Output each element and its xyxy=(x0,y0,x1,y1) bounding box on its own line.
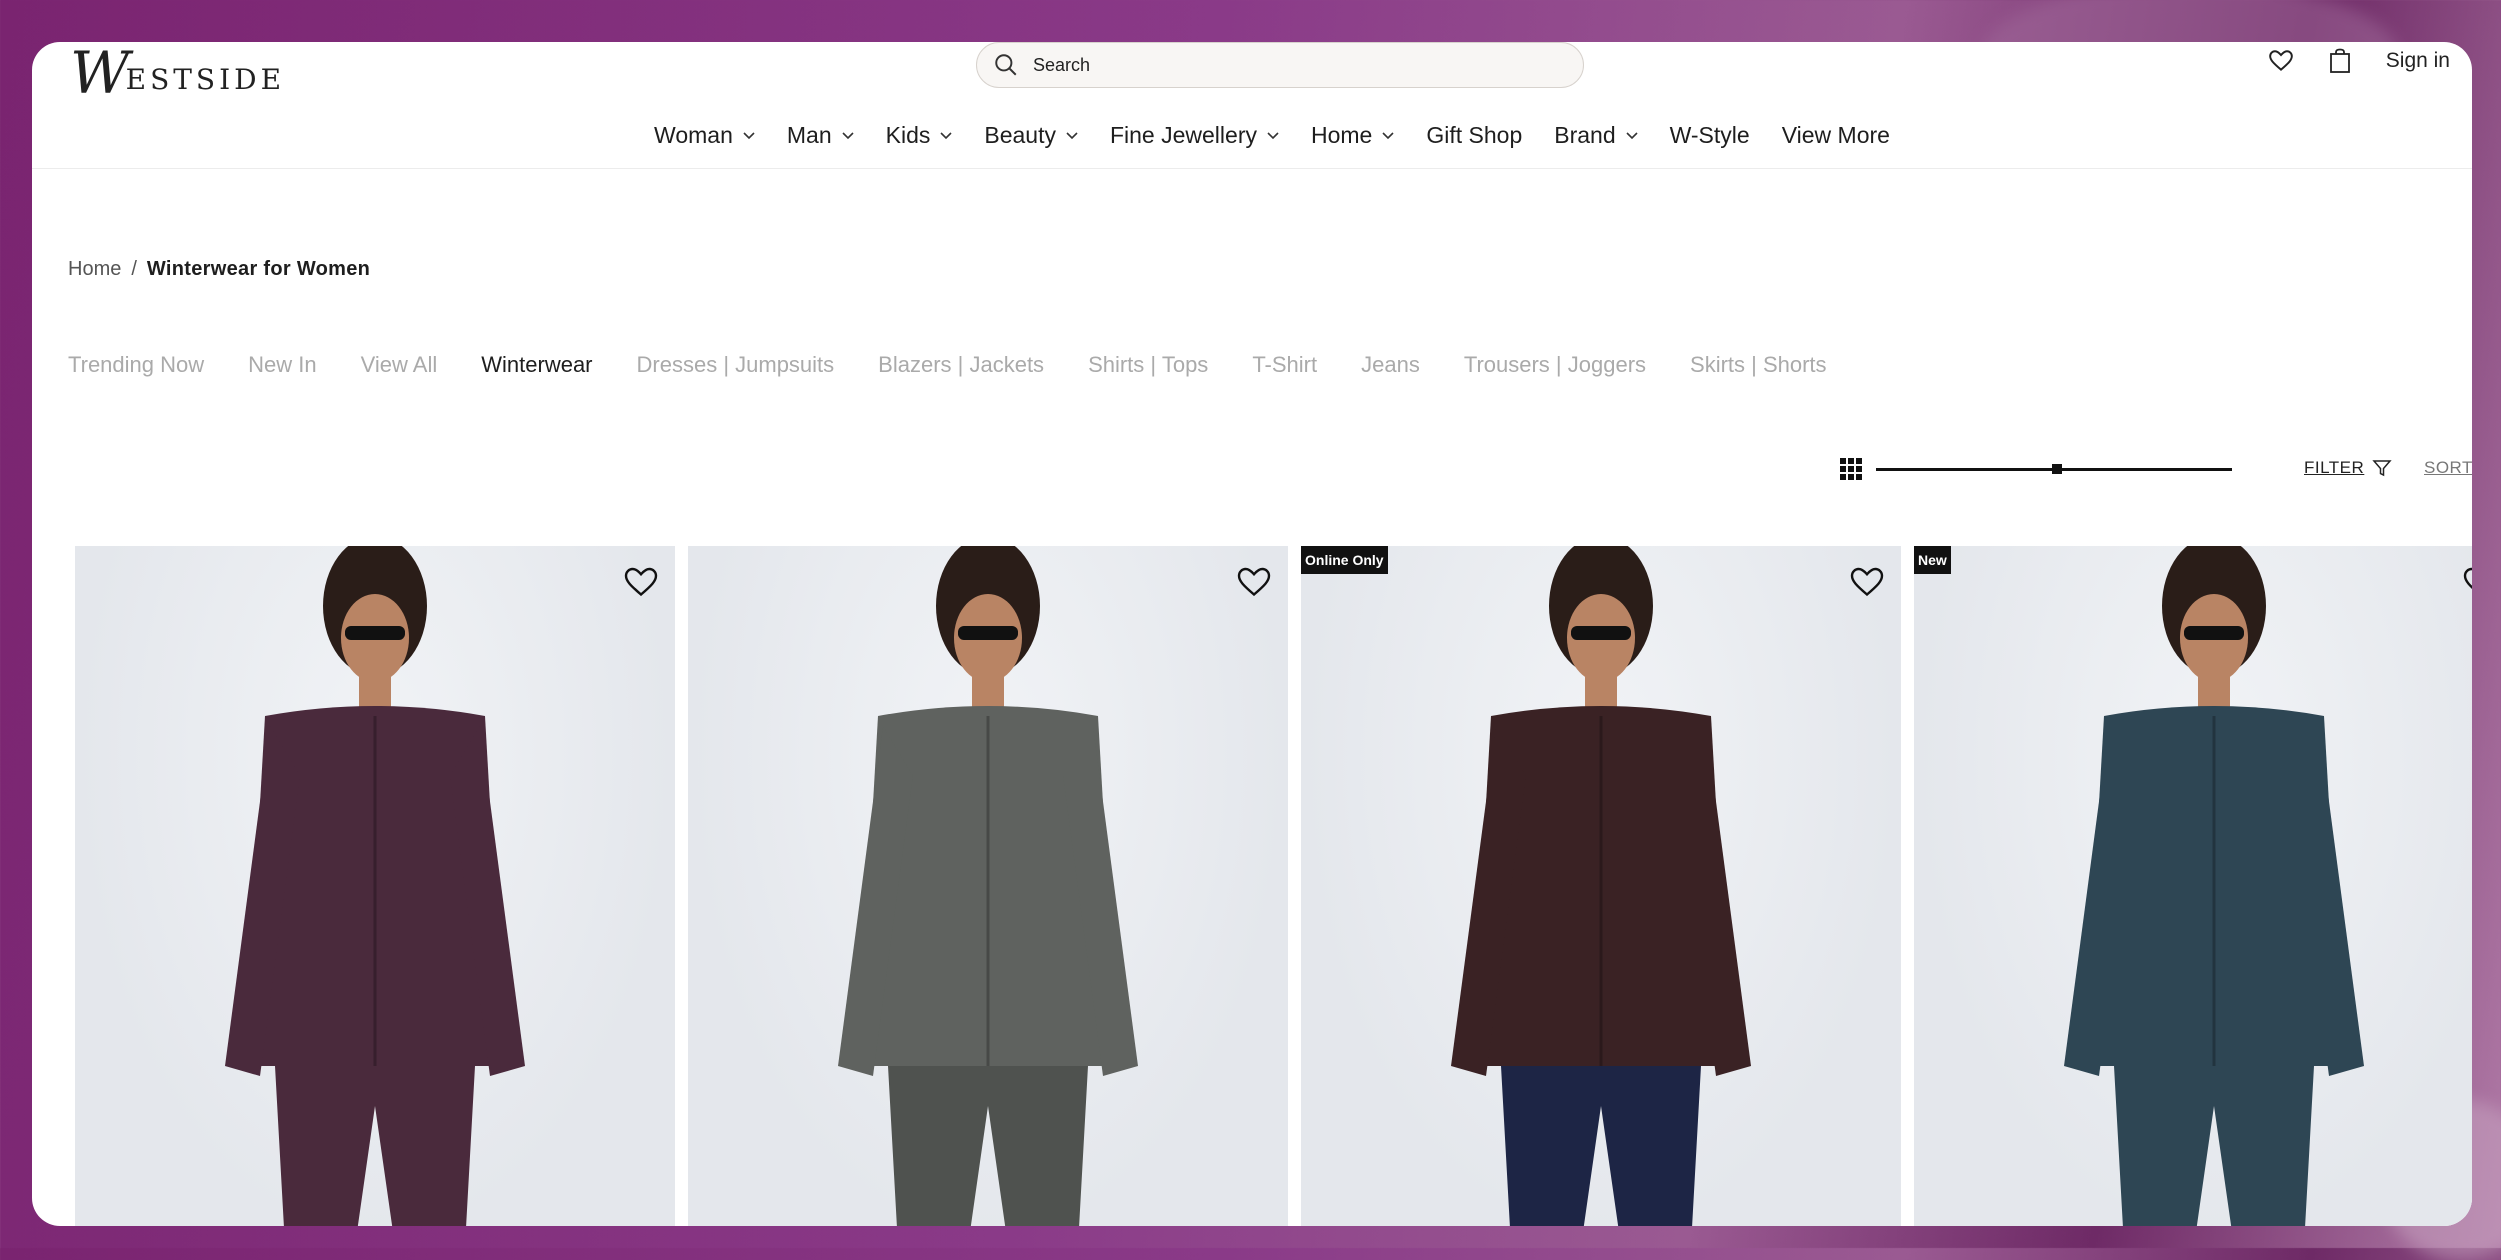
chevron-down-icon xyxy=(940,131,952,139)
wishlist-heart-icon[interactable] xyxy=(2268,48,2294,74)
nav-item[interactable]: Man xyxy=(787,122,854,149)
breadcrumb-home[interactable]: Home xyxy=(68,258,121,281)
add-to-wishlist-heart-icon[interactable] xyxy=(2462,564,2472,598)
breadcrumb-separator: / xyxy=(131,258,137,280)
chevron-down-icon xyxy=(743,131,755,139)
nav-item[interactable]: Kids xyxy=(886,122,953,149)
nav-item-label: Home xyxy=(1310,122,1373,148)
nav-item-label: Brand xyxy=(1554,122,1616,148)
nav-item-label: Man xyxy=(786,122,832,148)
category-tab[interactable]: Blazers | Jackets xyxy=(878,352,1044,378)
category-tab[interactable]: T-Shirt xyxy=(1252,352,1317,378)
nav-item-label: View More xyxy=(1781,122,1890,148)
logo-text: ESTSIDE xyxy=(125,62,286,96)
nav-item-label: W-Style xyxy=(1669,122,1750,148)
search-bar[interactable] xyxy=(976,42,1584,88)
product-model-image xyxy=(838,546,1138,1226)
category-tab[interactable]: Winterwear xyxy=(481,352,592,378)
nav-item[interactable]: Fine Jewellery xyxy=(1110,122,1279,149)
slider-handle[interactable] xyxy=(2052,464,2062,474)
nav-item-label: Woman xyxy=(654,122,733,148)
chevron-down-icon xyxy=(1066,131,1078,139)
nav-item[interactable]: Home xyxy=(1311,122,1394,149)
header-divider xyxy=(32,168,2472,169)
breadcrumb-current: Winterwear for Women xyxy=(146,258,371,280)
nav-item[interactable]: Brand xyxy=(1554,122,1638,149)
product-badge: Online Only xyxy=(1301,546,1388,574)
sort-button[interactable]: SORT xyxy=(2424,458,2472,478)
category-tab[interactable]: New In xyxy=(248,352,316,378)
category-tab[interactable]: Trousers | Joggers xyxy=(1464,352,1646,378)
chevron-down-icon xyxy=(1382,131,1394,139)
category-tab[interactable]: Dresses | Jumpsuits xyxy=(637,352,835,378)
filter-label: FILTER xyxy=(2304,458,2365,477)
nav-item-label: Kids xyxy=(885,122,931,148)
product-card[interactable]: New xyxy=(1914,546,2472,1226)
browser-window: W ESTSIDE Sign in Woman Man Kids Beauty Fine… xyxy=(32,42,2472,1226)
filter-button[interactable]: FILTER xyxy=(2304,458,2392,478)
product-model-image xyxy=(1451,546,1751,1226)
product-card[interactable]: Online Only xyxy=(1301,546,1901,1226)
product-model-image xyxy=(225,546,525,1226)
chevron-down-icon xyxy=(1626,131,1638,139)
westside-logo[interactable]: W ESTSIDE xyxy=(70,44,285,102)
chevron-down-icon xyxy=(842,131,854,139)
category-tab[interactable]: Shirts | Tops xyxy=(1088,352,1208,378)
nav-item[interactable]: View More xyxy=(1782,122,1890,149)
header-actions: Sign in xyxy=(2268,48,2450,74)
product-card[interactable] xyxy=(75,546,675,1226)
logo-initial: W xyxy=(70,42,130,107)
nav-item[interactable]: W-Style xyxy=(1670,122,1750,149)
add-to-wishlist-heart-icon[interactable] xyxy=(1849,564,1885,598)
chevron-down-icon xyxy=(1267,131,1279,139)
nav-item-label: Fine Jewellery xyxy=(1109,122,1257,148)
nav-item[interactable]: Gift Shop xyxy=(1426,122,1522,149)
category-tab[interactable]: View All xyxy=(361,352,438,378)
nav-item-label: Beauty xyxy=(984,122,1056,148)
sign-in-link[interactable]: Sign in xyxy=(2386,49,2450,73)
grid-size-slider[interactable] xyxy=(1876,464,2232,474)
product-model-image xyxy=(2064,546,2364,1226)
category-tab[interactable]: Skirts | Shorts xyxy=(1690,352,1827,378)
main-nav: Woman Man Kids Beauty Fine Jewellery Home Gift… xyxy=(32,122,2472,149)
nav-item[interactable]: Woman xyxy=(654,122,755,149)
category-tab[interactable]: Trending Now xyxy=(68,352,204,378)
shopping-bag-icon[interactable] xyxy=(2328,48,2352,74)
product-card[interactable] xyxy=(688,546,1288,1226)
breadcrumb: Home / Winterwear for Women xyxy=(68,258,370,281)
add-to-wishlist-heart-icon[interactable] xyxy=(623,564,659,598)
grid-view-icon[interactable] xyxy=(1840,458,1862,480)
category-tabs: Trending Now New In View All Winterwear Dres… xyxy=(68,352,1827,378)
search-input[interactable] xyxy=(1031,53,1555,77)
search-icon xyxy=(995,54,1017,76)
nav-item-label: Gift Shop xyxy=(1426,122,1523,148)
category-tab[interactable]: Jeans xyxy=(1361,352,1420,378)
filter-funnel-icon xyxy=(2372,460,2392,477)
nav-item[interactable]: Beauty xyxy=(984,122,1078,149)
product-badge: New xyxy=(1914,546,1951,574)
add-to-wishlist-heart-icon[interactable] xyxy=(1236,564,1272,598)
